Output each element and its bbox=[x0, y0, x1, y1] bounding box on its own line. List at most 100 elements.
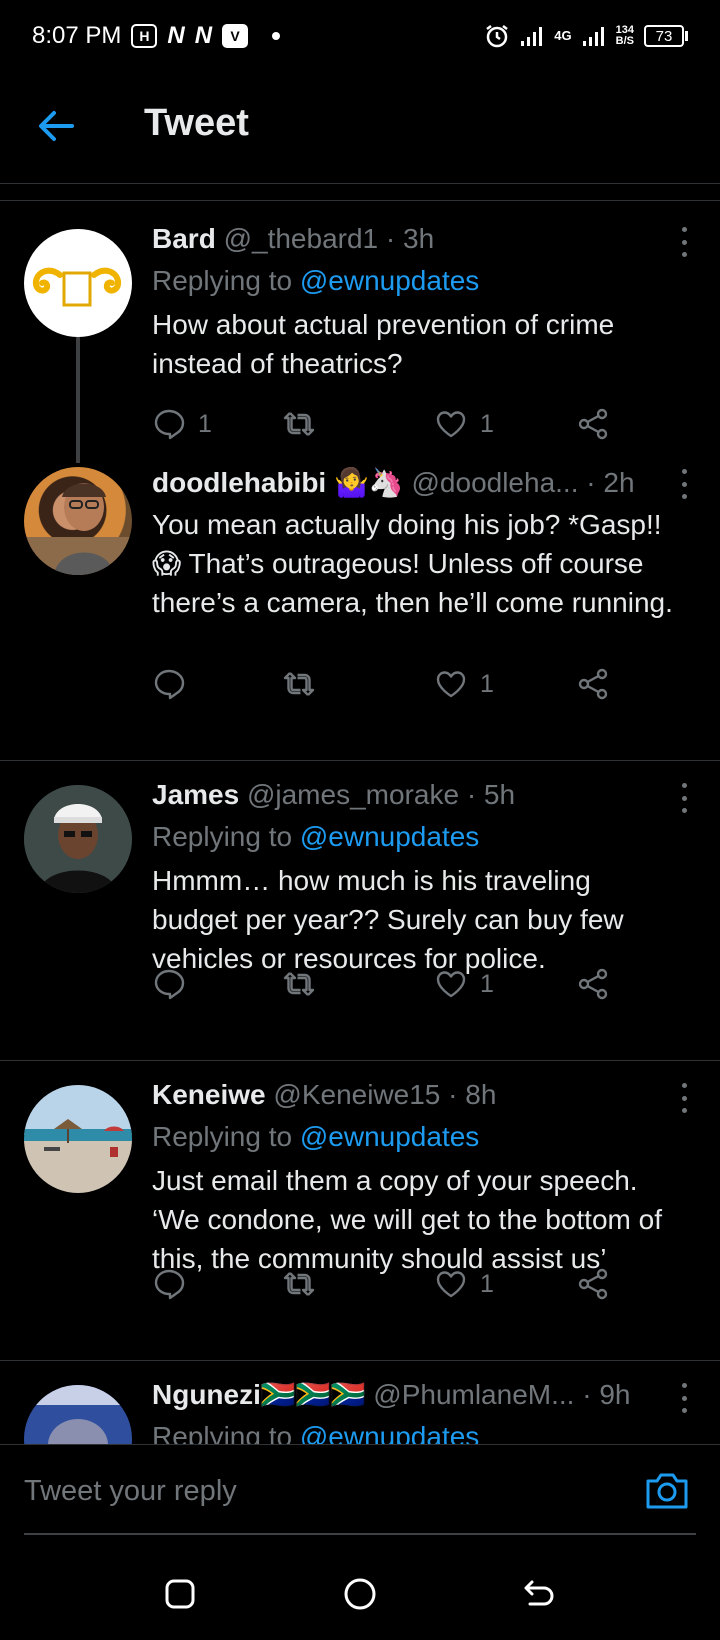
like-button[interactable]: 1 bbox=[434, 407, 494, 441]
tweet-text: Just email them a copy of your speech. ‘… bbox=[152, 1165, 662, 1274]
tweet-meta: James @james_morake · 5h bbox=[152, 777, 680, 813]
tweet-meta: Bard @_thebard1 · 3h bbox=[152, 221, 680, 257]
tweet-meta: Keneiwe @Keneiwe15 · 8h bbox=[152, 1077, 680, 1113]
author-name[interactable]: Bard bbox=[152, 223, 216, 254]
avatar[interactable] bbox=[24, 467, 132, 575]
tweet-text: How about actual prevention of crime ins… bbox=[152, 309, 615, 379]
more-options-icon[interactable] bbox=[680, 1383, 688, 1413]
share-button[interactable] bbox=[576, 967, 610, 1001]
tweet[interactable]: Keneiwe @Keneiwe15 · 8h Replying to @ewn… bbox=[0, 1061, 720, 1361]
reply-button[interactable] bbox=[152, 667, 198, 701]
replying-to-link[interactable]: @ewnupdates bbox=[300, 821, 479, 852]
like-button[interactable]: 1 bbox=[434, 967, 494, 1001]
v-icon: V bbox=[222, 24, 249, 48]
like-count: 1 bbox=[480, 1269, 494, 1298]
tweet-meta: doodlehabibi 🤷‍♀️🦄 @doodleha... · 2h bbox=[152, 465, 680, 501]
reply-button[interactable] bbox=[152, 967, 198, 1001]
signal-icon bbox=[521, 27, 543, 46]
more-options-icon[interactable] bbox=[680, 783, 688, 813]
reply-count: 1 bbox=[198, 409, 212, 438]
camera-icon[interactable] bbox=[644, 1469, 690, 1511]
tweet[interactable]: Bard @_thebard1 · 3h Replying to @ewnupd… bbox=[0, 201, 720, 463]
reply-icon bbox=[154, 969, 185, 1000]
more-options-icon[interactable] bbox=[680, 1083, 688, 1113]
notification-dot-icon bbox=[272, 32, 281, 40]
heart-icon bbox=[436, 671, 466, 698]
home-button[interactable] bbox=[342, 1576, 378, 1612]
doodlehabibi-avatar-icon bbox=[24, 483, 132, 575]
network-speed: 134 B/S bbox=[615, 24, 634, 47]
back-arrow-icon[interactable] bbox=[36, 106, 76, 146]
author-handle[interactable]: @_thebard1 bbox=[224, 223, 379, 254]
network-type: 4G bbox=[554, 28, 572, 43]
reply-button[interactable]: 1 bbox=[152, 407, 212, 441]
replying-to-link[interactable]: @ewnupdates bbox=[300, 265, 479, 296]
tweet-time: · 9h bbox=[582, 1379, 631, 1410]
tweet-actions: 1 bbox=[152, 967, 622, 1007]
share-button[interactable] bbox=[576, 1267, 610, 1301]
retweet-button[interactable] bbox=[282, 1267, 328, 1301]
retweet-icon bbox=[283, 412, 315, 436]
reply-input[interactable]: Tweet your reply bbox=[24, 1475, 237, 1508]
status-bar: 8:07 PM H N N V 4G 134 B/S 73 bbox=[0, 0, 720, 72]
like-count: 1 bbox=[480, 409, 494, 438]
retweet-icon bbox=[283, 1272, 315, 1296]
tweet-actions: 1 bbox=[152, 1267, 622, 1307]
author-handle[interactable]: @doodleha... bbox=[412, 467, 579, 498]
tweet-time: · 8h bbox=[448, 1079, 497, 1110]
author-name[interactable]: Keneiwe bbox=[152, 1079, 266, 1110]
like-button[interactable]: 1 bbox=[434, 667, 494, 701]
reply-icon bbox=[154, 1269, 185, 1300]
avatar[interactable] bbox=[24, 1085, 132, 1193]
tweet-text: Hmmm… how much is his traveling budget p… bbox=[152, 865, 624, 974]
author-handle[interactable]: @PhumlaneM... bbox=[373, 1379, 574, 1410]
tweet[interactable]: James @james_morake · 5h Replying to @ew… bbox=[0, 761, 720, 1061]
author-name[interactable]: doodlehabibi 🤷‍♀️🦄 bbox=[152, 467, 404, 498]
tweet-actions: 1 bbox=[152, 667, 622, 707]
share-icon bbox=[578, 968, 608, 1000]
back-button[interactable] bbox=[520, 1576, 556, 1612]
author-name[interactable]: James bbox=[152, 779, 239, 810]
share-button[interactable] bbox=[576, 407, 610, 441]
page-title: Tweet bbox=[144, 102, 249, 144]
reply-icon bbox=[154, 669, 185, 700]
author-handle[interactable]: @james_morake bbox=[247, 779, 459, 810]
avatar[interactable] bbox=[24, 785, 132, 893]
retweet-button[interactable] bbox=[282, 967, 328, 1001]
keneiwe-avatar-icon bbox=[24, 1085, 132, 1193]
avatar[interactable] bbox=[24, 229, 132, 337]
tweet[interactable]: doodlehabibi 🤷‍♀️🦄 @doodleha... · 2h You… bbox=[0, 463, 720, 761]
replying-to: Replying to @ewnupdates bbox=[152, 1417, 680, 1444]
tweet-time: · 2h bbox=[586, 467, 635, 498]
share-icon bbox=[578, 1268, 608, 1300]
tweet-meta: Ngunezi🇿🇦🇿🇦🇿🇦 @PhumlaneM... · 9h bbox=[152, 1377, 680, 1413]
heart-icon bbox=[436, 971, 466, 998]
replying-to-link[interactable]: @ewnupdates bbox=[300, 1121, 479, 1152]
retweet-button[interactable] bbox=[282, 407, 328, 441]
tweet[interactable]: Ngunezi🇿🇦🇿🇦🇿🇦 @PhumlaneM... · 9h Replyin… bbox=[0, 1361, 720, 1444]
james-avatar-icon bbox=[24, 785, 132, 893]
tweet-text: You mean actually doing his job? *Gasp!!… bbox=[152, 509, 673, 618]
replies-feed[interactable]: Bard @_thebard1 · 3h Replying to @ewnupd… bbox=[0, 200, 720, 1444]
avatar[interactable] bbox=[24, 1385, 132, 1444]
replying-to-link[interactable]: @ewnupdates bbox=[300, 1421, 479, 1444]
share-icon bbox=[578, 668, 608, 700]
reply-button[interactable] bbox=[152, 1267, 198, 1301]
replying-to: Replying to @ewnupdates bbox=[152, 821, 480, 852]
retweet-button[interactable] bbox=[282, 667, 328, 701]
share-button[interactable] bbox=[576, 667, 610, 701]
more-options-icon[interactable] bbox=[680, 227, 688, 257]
like-button[interactable]: 1 bbox=[434, 1267, 494, 1301]
replying-to: Replying to @ewnupdates bbox=[152, 265, 480, 296]
thread-line bbox=[76, 337, 80, 463]
heart-icon bbox=[436, 1271, 466, 1298]
retweet-icon bbox=[283, 972, 315, 996]
author-name[interactable]: Ngunezi🇿🇦🇿🇦🇿🇦 bbox=[152, 1379, 365, 1410]
recents-button[interactable] bbox=[162, 1576, 198, 1612]
more-options-icon[interactable] bbox=[680, 469, 688, 499]
status-time: 8:07 PM bbox=[32, 22, 122, 49]
alarm-icon bbox=[486, 25, 509, 48]
author-handle[interactable]: @Keneiwe15 bbox=[273, 1079, 440, 1110]
like-count: 1 bbox=[480, 669, 494, 698]
reply-icon bbox=[154, 409, 185, 440]
